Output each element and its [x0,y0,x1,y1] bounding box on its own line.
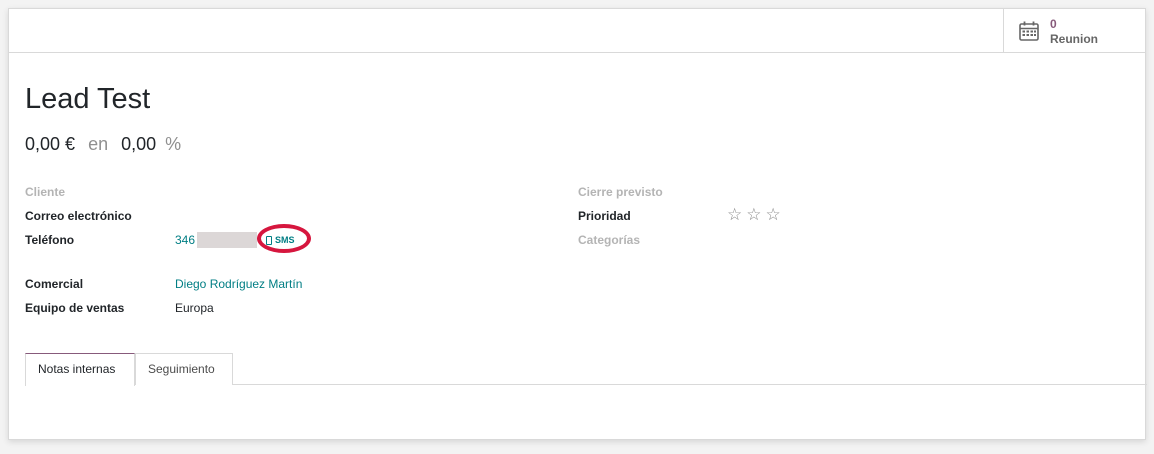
phone-redaction [197,232,257,248]
categorias-label[interactable]: Categorías [578,232,640,248]
tab-seguimiento[interactable]: Seguimiento [135,353,233,385]
sms-button[interactable]: SMS [266,233,295,247]
notebook-tabs: Notas internas Seguimiento [25,353,1147,386]
meetings-stat-button[interactable]: 0 Reunion [1003,9,1145,52]
star-outline-icon[interactable]: ☆ [746,206,761,223]
percent-sign: % [165,134,182,154]
cliente-label[interactable]: Cliente [25,184,65,200]
tab-notas-internas[interactable]: Notas internas [25,353,135,386]
equipo-value[interactable]: Europa [175,300,214,316]
meetings-label: Reunion [1050,32,1098,46]
email-label: Correo electrónico [25,209,132,223]
probability-value[interactable]: 0,00 [121,134,156,154]
equipo-label: Equipo de ventas [25,301,125,315]
comercial-label: Comercial [25,277,84,291]
phone-label: Teléfono [25,233,75,247]
expected-revenue[interactable]: 0,00 € [25,134,75,154]
priority-stars: ☆ ☆ ☆ [727,206,781,223]
button-box: 0 Reunion [9,9,1145,53]
form-sheet: 0 Reunion Lead Test 0,00 € en 0,00 % Cli… [8,8,1147,440]
lead-title[interactable]: Lead Test [25,82,150,116]
prioridad-label: Prioridad [578,209,631,223]
revenue-connector: en [88,134,109,154]
phone-value[interactable]: 346 [175,232,195,248]
calendar-icon [1019,21,1039,41]
comercial-value[interactable]: Diego Rodríguez Martín [175,276,302,292]
cierre-previsto-label[interactable]: Cierre previsto [578,184,663,200]
meetings-count: 0 [1050,17,1057,31]
star-outline-icon[interactable]: ☆ [727,206,742,223]
mobile-phone-icon [266,235,272,245]
star-outline-icon[interactable]: ☆ [766,206,781,223]
sms-label: SMS [275,235,295,245]
revenue-row: 0,00 € en 0,00 % [25,133,189,155]
